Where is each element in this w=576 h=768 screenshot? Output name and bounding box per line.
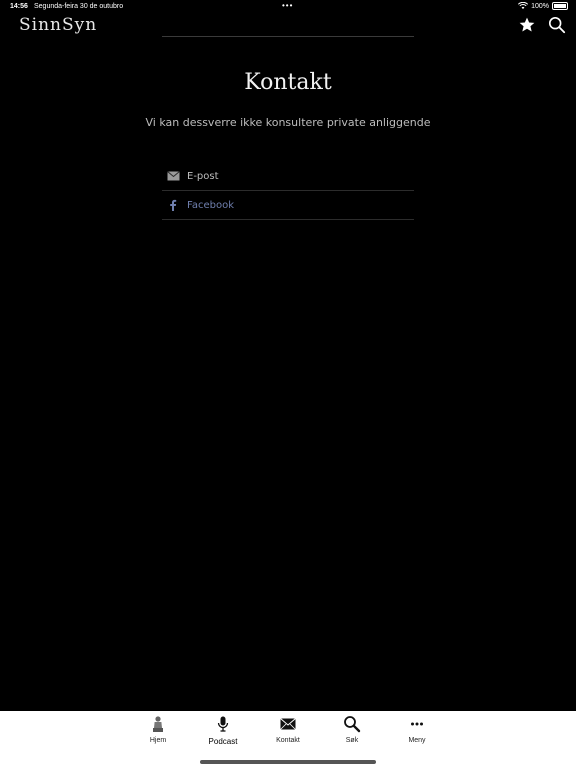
contact-label-email: E-post [187, 170, 219, 182]
star-icon[interactable] [518, 16, 536, 34]
wifi-icon [518, 2, 529, 9]
facebook-icon [166, 198, 180, 212]
header-actions [518, 16, 566, 34]
contact-label-facebook: Facebook [187, 199, 234, 211]
microphone-icon [217, 716, 229, 732]
contact-item-email[interactable]: E-post [162, 162, 414, 191]
search-icon[interactable] [548, 16, 566, 34]
contact-list: E-post Facebook [162, 162, 414, 220]
header-divider [162, 36, 414, 37]
tab-home[interactable]: Hjem [128, 715, 188, 744]
multitasking-dots[interactable]: ••• [282, 1, 293, 10]
app-logo[interactable]: SinnSyn [19, 15, 97, 35]
mail-icon [166, 169, 180, 183]
tab-label-contact: Kontakt [276, 737, 300, 744]
tab-search[interactable]: Søk [322, 715, 382, 744]
tab-label-home: Hjem [149, 737, 167, 744]
contact-item-facebook[interactable]: Facebook [162, 191, 414, 220]
more-icon [411, 722, 423, 726]
page-title: Kontakt [244, 70, 332, 95]
mail-icon [280, 718, 296, 730]
tab-label-podcast: Podcast [208, 737, 238, 746]
tab-podcast[interactable]: Podcast [193, 715, 253, 746]
status-time: 14:56 [10, 3, 28, 10]
tab-label-menu: Meny [408, 737, 426, 744]
status-right: 100% [518, 2, 568, 10]
status-date: Segunda-feira 30 de outubro [34, 3, 124, 10]
tab-contact[interactable]: Kontakt [258, 715, 318, 744]
home-indicator[interactable] [200, 760, 376, 764]
page-subtitle: Vi kan dessverre ikke konsultere private… [145, 116, 431, 129]
statue-icon [153, 716, 163, 732]
app-header: SinnSyn [0, 14, 576, 36]
search-icon [344, 716, 361, 733]
tab-menu[interactable]: Meny [387, 715, 447, 744]
tab-label-search: Søk [345, 737, 359, 744]
status-bar: 14:56 Segunda-feira 30 de outubro ••• 10… [0, 0, 576, 14]
battery-percent: 100% [531, 2, 549, 10]
battery-icon [552, 2, 568, 10]
